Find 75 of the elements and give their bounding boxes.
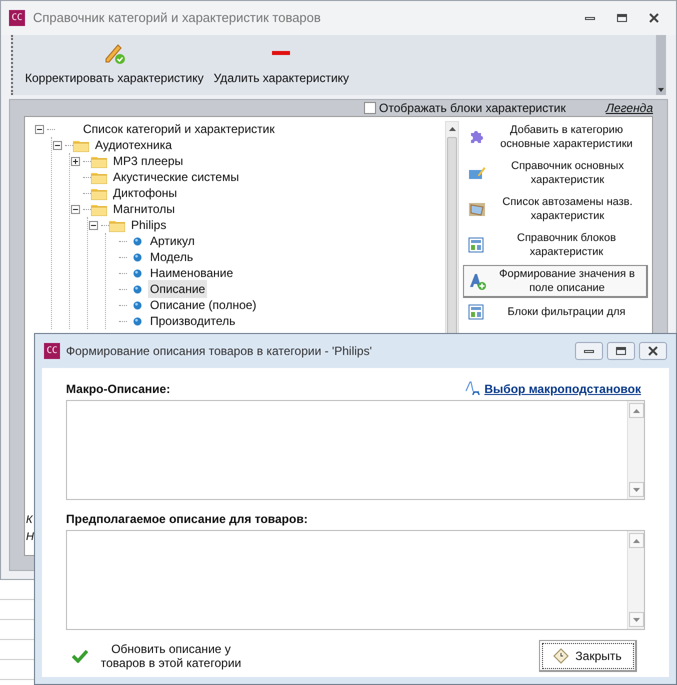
- tree-item[interactable]: Наименование: [148, 264, 236, 282]
- tree-item[interactable]: Описание (полное): [148, 296, 258, 314]
- dot-icon: [133, 300, 142, 310]
- tree-item[interactable]: Производитель: [148, 312, 238, 330]
- tree-item[interactable]: Philips: [129, 216, 168, 234]
- legend-text: К: [26, 513, 32, 528]
- tree-item[interactable]: Аудиотехника: [93, 136, 174, 154]
- folder-icon: [91, 154, 107, 168]
- close-icon: [649, 13, 659, 23]
- close-button[interactable]: Закрыть: [539, 640, 637, 672]
- dot-icon: [133, 316, 142, 326]
- update-button[interactable]: Обновить описание у товаров в этой категории: [72, 642, 246, 670]
- tree-item[interactable]: Диктофоны: [111, 184, 180, 202]
- window-title: Справочник категорий и характеристик товаров: [33, 9, 322, 28]
- dot-icon: [133, 284, 142, 294]
- check-icon: [72, 649, 88, 663]
- minimize-button[interactable]: [575, 342, 603, 360]
- up-arrow-icon: [632, 538, 640, 542]
- down-arrow-icon: [658, 88, 664, 92]
- tree-item[interactable]: Описание: [148, 280, 208, 298]
- checkbox-label: Отображать блоки характеристик: [379, 100, 566, 117]
- folder-icon: [91, 186, 107, 200]
- collapse-toggle[interactable]: [35, 124, 44, 134]
- tree-item[interactable]: Акустические системы: [111, 168, 241, 186]
- action-button[interactable]: Список автозамены назв. характеристик: [463, 193, 648, 225]
- blocks-icon: [468, 304, 484, 320]
- dot-icon: [133, 252, 142, 262]
- font-plus-icon: [468, 272, 486, 290]
- folder-icon: [91, 170, 107, 184]
- action-button[interactable]: Справочник основных характеристик: [463, 157, 648, 189]
- action-button[interactable]: Справочник блоков характеристик: [463, 229, 648, 261]
- toolbar-button[interactable]: Корректировать характеристику: [23, 41, 206, 87]
- dot-icon: [133, 236, 142, 246]
- puzzle-icon: [468, 129, 484, 145]
- collapse-toggle[interactable]: [89, 220, 98, 230]
- folder-icon: [109, 218, 125, 232]
- down-arrow-icon: [632, 618, 640, 622]
- folder-icon: [73, 138, 89, 152]
- tree-item[interactable]: Магнитолы: [111, 200, 177, 218]
- blocks-icon: [468, 237, 484, 253]
- toolbar-button[interactable]: Удалить характеристику: [212, 41, 352, 87]
- field-label: Макро-Описание:: [66, 381, 170, 398]
- scroll-up-button[interactable]: [628, 533, 644, 548]
- minus-icon: [272, 51, 290, 55]
- field-label: Предполагаемое описание для товаров:: [66, 511, 309, 528]
- app-logo-icon: CC: [9, 10, 25, 26]
- tree-item[interactable]: MP3 плееры: [111, 152, 186, 170]
- close-icon: [648, 346, 658, 356]
- book-icon: [468, 201, 486, 217]
- action-button[interactable]: Формирование значения в поле описание: [463, 265, 648, 298]
- up-arrow-icon: [632, 408, 640, 412]
- scroll-down-button[interactable]: [628, 612, 644, 627]
- tree-item[interactable]: Модель: [148, 248, 196, 266]
- expand-toggle[interactable]: [71, 156, 80, 166]
- down-arrow-icon: [632, 488, 640, 492]
- macro-link[interactable]: Выбор макроподстановок: [465, 380, 641, 398]
- legend-link[interactable]: Легенда: [606, 99, 653, 117]
- collapse-toggle[interactable]: [53, 140, 62, 150]
- app-logo-icon: CC: [44, 343, 60, 359]
- scroll-down-button[interactable]: [628, 482, 644, 497]
- maximize-button[interactable]: [607, 342, 635, 360]
- scroll-up-button[interactable]: [628, 403, 644, 418]
- dialog-title: Формирование описания товаров в категории - 'Philips': [66, 343, 373, 360]
- folder-icon: [91, 202, 107, 216]
- action-button[interactable]: Блоки фильтрации для: [463, 302, 648, 322]
- collapse-toggle[interactable]: [71, 204, 80, 214]
- action-button[interactable]: Добавить в категорию основные характеристики: [463, 121, 648, 153]
- tree-item[interactable]: Артикул: [148, 232, 197, 250]
- checkbox[interactable]: [364, 102, 376, 114]
- close-button[interactable]: [639, 342, 667, 360]
- up-arrow-icon: [448, 127, 456, 131]
- legend-text: Н: [26, 530, 34, 544]
- dot-icon: [133, 268, 142, 278]
- folder-pencil-icon: [468, 165, 486, 181]
- tree-item[interactable]: Список категорий и характеристик: [81, 120, 277, 138]
